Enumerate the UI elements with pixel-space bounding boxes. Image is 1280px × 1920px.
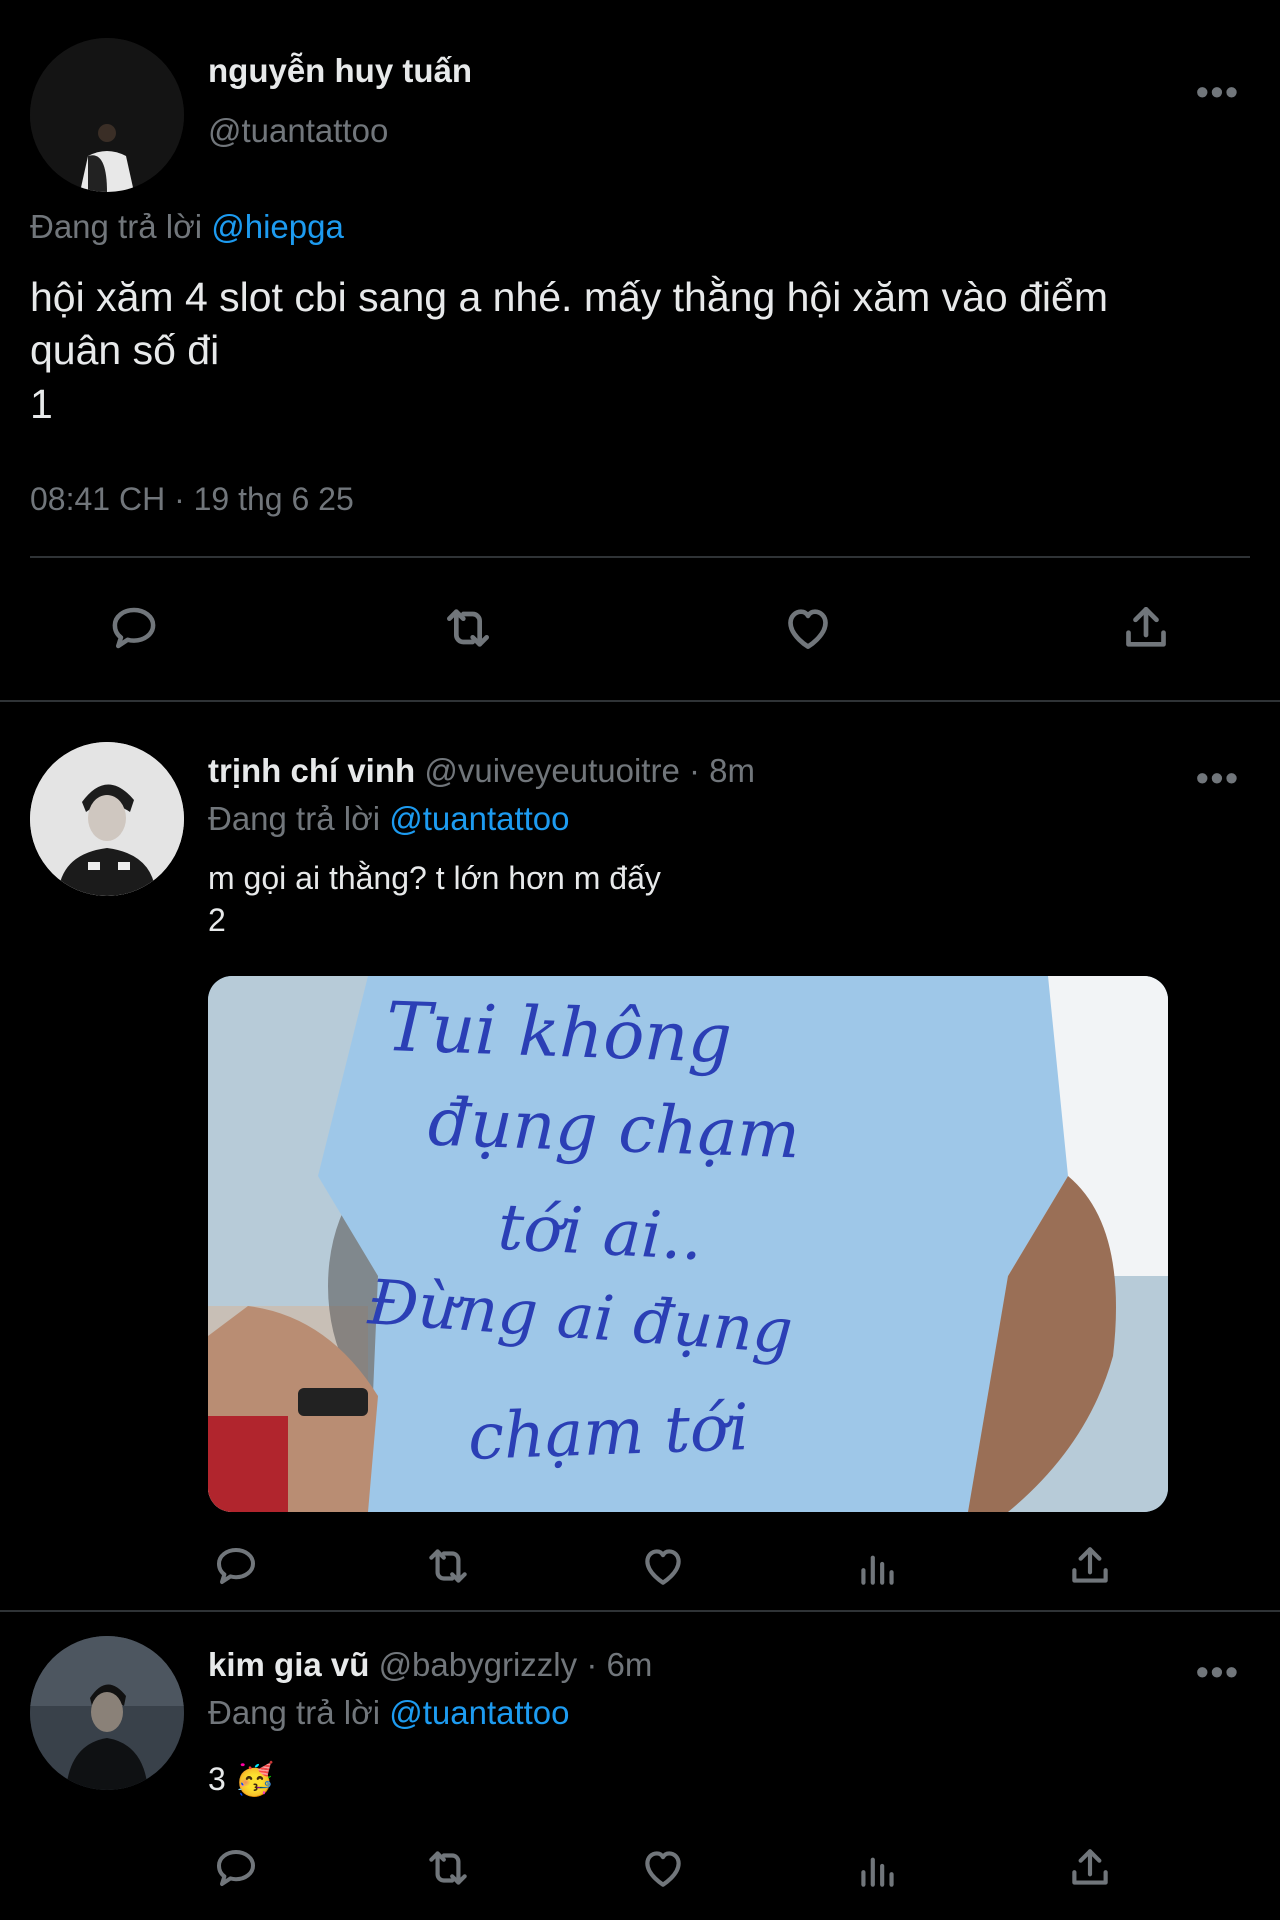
avatar[interactable] — [30, 1636, 184, 1790]
retweet-icon[interactable] — [420, 1840, 476, 1896]
replying-to-link[interactable]: @tuantattoo — [389, 1694, 569, 1731]
reply-icon[interactable] — [208, 1840, 264, 1896]
handwriting-line: chạm tới — [466, 1391, 751, 1475]
avatar[interactable] — [30, 38, 184, 192]
share-icon[interactable] — [1116, 598, 1176, 658]
share-icon[interactable] — [1062, 1538, 1118, 1594]
user-handle[interactable]: @vuiveyeutuoitre — [424, 752, 679, 789]
display-name[interactable]: kim gia vũ — [208, 1646, 369, 1683]
retweet-icon[interactable] — [420, 1538, 476, 1594]
avatar[interactable] — [30, 742, 184, 896]
main-tweet: nguyễn huy tuấn @tuantattoo ••• Đang trả… — [0, 0, 1280, 700]
replying-prefix: Đang trả lời — [30, 208, 203, 245]
tweet-text-line2: quân số đi — [30, 327, 220, 373]
like-icon[interactable] — [778, 598, 838, 658]
shirt-handwriting: Tui không đụng chạm tới ai.. Đừng ai đụn… — [365, 980, 968, 1510]
replying-to-link[interactable]: @tuantattoo — [389, 800, 569, 837]
reply-tweet-1[interactable]: trịnh chí vinh @vuiveyeutuoitre · 8m •••… — [0, 702, 1280, 1610]
reply-icon[interactable] — [208, 1538, 264, 1594]
post-time[interactable]: · 6m — [586, 1646, 652, 1683]
user-handle[interactable]: @tuantattoo — [208, 112, 388, 150]
more-icon[interactable]: ••• — [1196, 760, 1240, 796]
reply-text: 3 🥳 — [208, 1760, 275, 1798]
like-icon[interactable] — [635, 1840, 691, 1896]
reply-header: kim gia vũ @babygrizzly · 6m — [208, 1646, 652, 1684]
handwriting-line: tới ai.. — [496, 1190, 705, 1276]
display-name[interactable]: nguyễn huy tuấn — [208, 52, 472, 90]
tweet-text-line3: 1 — [30, 381, 53, 427]
tweet-text-line1: hội xăm 4 slot cbi sang a nhé. mấy thằng… — [30, 274, 1108, 320]
reply-text-line1: m gọi ai thằng? t lớn hơn m đấy — [208, 860, 661, 896]
replying-to-link[interactable]: @hiepga — [211, 208, 344, 245]
handwriting-line: Tui không — [384, 987, 734, 1080]
avatar-photo — [30, 38, 184, 192]
avatar-photo — [30, 742, 184, 896]
more-icon[interactable]: ••• — [1196, 1654, 1240, 1690]
user-handle[interactable]: @babygrizzly — [379, 1646, 578, 1683]
party-face-emoji: 🥳 — [234, 1761, 275, 1797]
replying-prefix: Đang trả lời — [208, 1694, 381, 1731]
share-icon[interactable] — [1062, 1840, 1118, 1896]
reply-text-value: 3 — [208, 1761, 226, 1797]
views-icon[interactable] — [850, 1538, 906, 1594]
replying-to-line: Đang trả lời @tuantattoo — [208, 1694, 570, 1732]
retweet-icon[interactable] — [438, 598, 498, 658]
replying-to-line: Đang trả lời @tuantattoo — [208, 800, 570, 838]
reply-header: trịnh chí vinh @vuiveyeutuoitre · 8m — [208, 752, 755, 790]
post-time[interactable]: · 8m — [689, 752, 755, 789]
replying-to-line: Đang trả lời @hiepga — [30, 208, 344, 246]
more-icon[interactable]: ••• — [1196, 74, 1240, 110]
like-icon[interactable] — [635, 1538, 691, 1594]
avatar-photo — [30, 1636, 184, 1790]
reply-tweet-2[interactable]: kim gia vũ @babygrizzly · 6m ••• Đang tr… — [0, 1612, 1280, 1920]
replying-prefix: Đang trả lời — [208, 800, 381, 837]
divider — [30, 556, 1250, 558]
media-image[interactable]: Tui không đụng chạm tới ai.. Đừng ai đụn… — [208, 976, 1168, 1512]
timestamp[interactable]: 08:41 CH · 19 thg 6 25 — [30, 481, 354, 518]
views-icon[interactable] — [850, 1840, 906, 1896]
reply-icon[interactable] — [104, 598, 164, 658]
display-name[interactable]: trịnh chí vinh — [208, 752, 415, 789]
handwriting-line: Đừng ai đụng — [365, 1265, 796, 1368]
handwriting-line: đụng chạm — [426, 1083, 802, 1174]
reply-text-line2: 2 — [208, 902, 226, 938]
